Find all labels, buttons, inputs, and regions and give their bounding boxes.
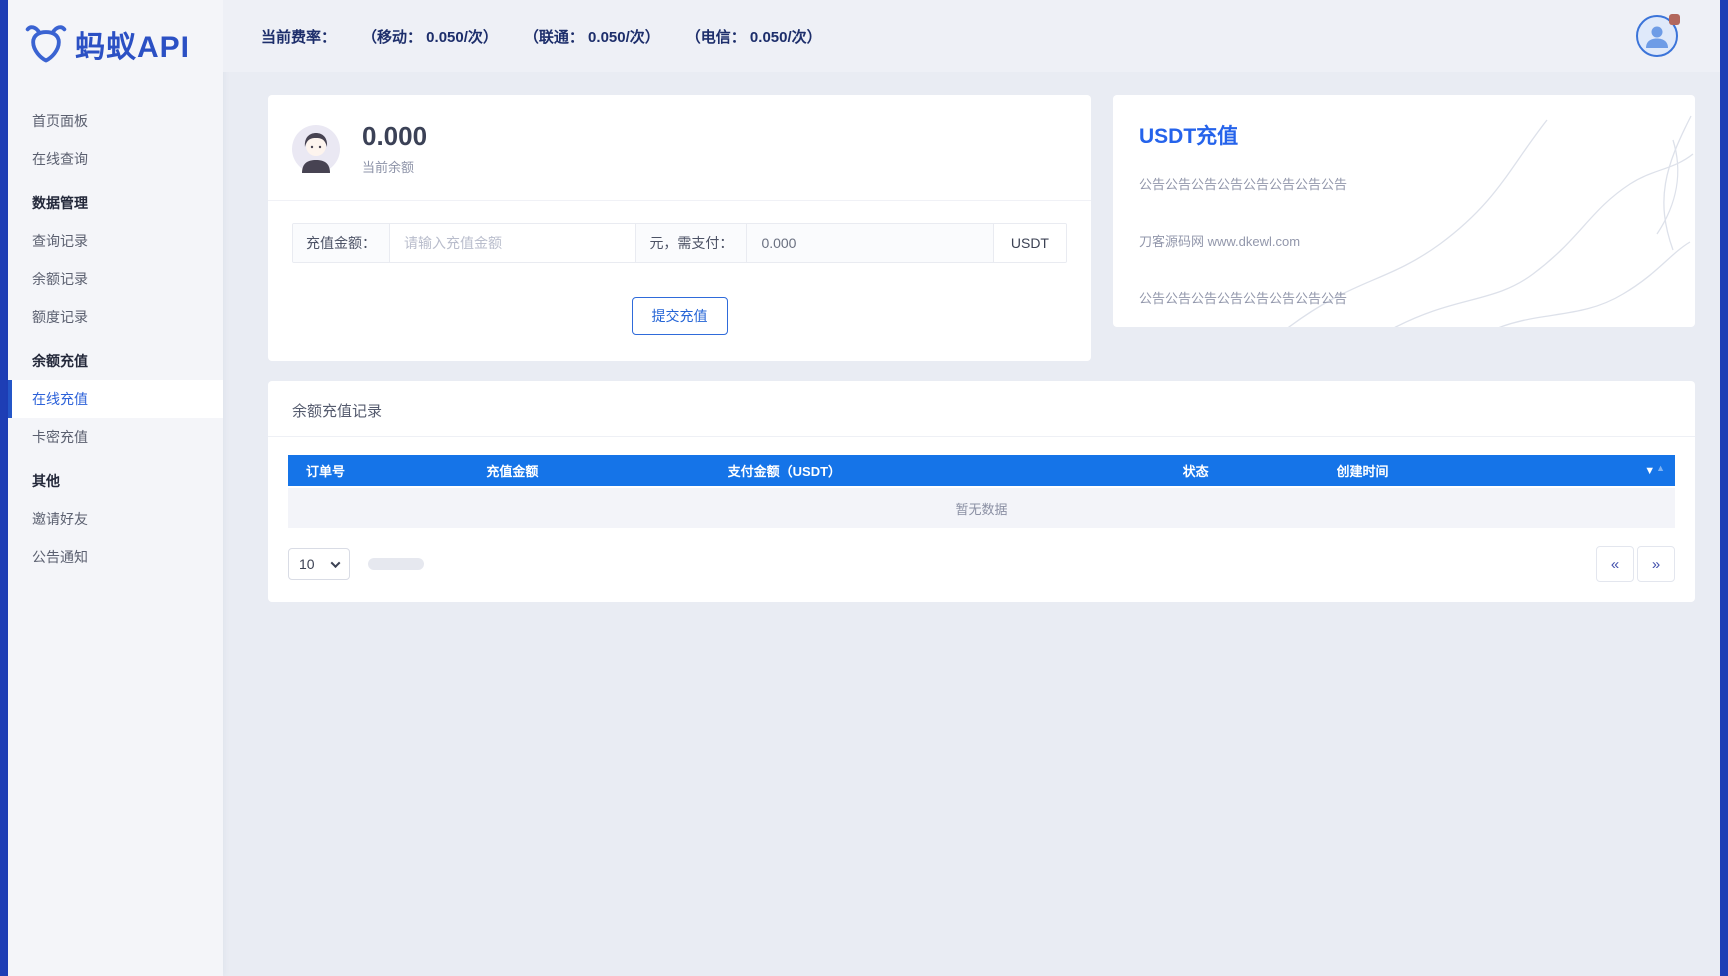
- rate-info: 当前费率： （移动： 0.050/次） （联通： 0.050/次） （电信： 0.0…: [261, 26, 822, 47]
- recharge-amount-input[interactable]: [390, 224, 637, 262]
- content-area: 0.000 当前余额 充值金额： 元，需支付： 0.000 USDT 提交充值 …: [223, 72, 1720, 976]
- pay-amount-value: 0.000: [747, 224, 994, 262]
- rate-items: （移动： 0.050/次） （联通： 0.050/次） （电信： 0.050/次）: [362, 26, 822, 47]
- topbar: 当前费率： （移动： 0.050/次） （联通： 0.050/次） （电信： 0.0…: [223, 0, 1720, 72]
- next-page-button[interactable]: »: [1637, 546, 1675, 582]
- sidebar-section-9: 其他: [32, 473, 60, 489]
- rate-label: 当前费率：: [261, 28, 337, 46]
- column-header-0: 订单号: [306, 464, 346, 479]
- sidebar-item-4[interactable]: 余额记录: [8, 260, 223, 298]
- page-size-select[interactable]: 10: [288, 548, 350, 580]
- sidebar-item-10[interactable]: 邀请好友: [8, 500, 223, 538]
- chevron-down-icon: [330, 557, 341, 568]
- record-count-placeholder: [368, 558, 424, 570]
- sidebar-section-2: 数据管理: [32, 195, 88, 211]
- sidebar-item-5[interactable]: 额度记录: [8, 298, 223, 336]
- column-header-4: 创建时间: [1336, 464, 1389, 479]
- notice-line: 刀客源码网 www.dkewl.com: [1139, 234, 1301, 249]
- brand-name: 蚂蚁API: [75, 31, 191, 64]
- top-row: 0.000 当前余额 充值金额： 元，需支付： 0.000 USDT 提交充值 …: [268, 95, 1695, 361]
- empty-data-row: 暂无数据: [288, 488, 1675, 528]
- column-header-3: 状态: [1182, 464, 1209, 479]
- recharge-form-row: 充值金额： 元，需支付： 0.000 USDT: [292, 223, 1067, 263]
- table-header-row: 订单号 充值金额 支付金额（USDT） 状态 创建时间 ▼ ▲: [288, 455, 1675, 486]
- balance-amount: 0.000: [362, 121, 428, 151]
- cartoon-avatar-icon: [292, 124, 340, 173]
- submit-row: 提交充值: [268, 297, 1091, 335]
- rate-item-2: （电信： 0.050/次）: [685, 28, 822, 46]
- notice-title: USDT充值: [1139, 125, 1239, 148]
- pagination-bar: 10 « »: [288, 546, 1675, 582]
- sidebar: 蚂蚁API 首页面板 在线查询数据管理查询记录 余额记录 额度记录余额充值在线充值 卡密…: [8, 0, 223, 976]
- triangle-down-icon: ▼: [1644, 464, 1656, 477]
- column-header-1: 充值金额: [486, 464, 539, 479]
- sidebar-item-3[interactable]: 查询记录: [8, 222, 223, 260]
- prev-page-button[interactable]: «: [1596, 546, 1634, 582]
- pay-label: 元，需支付：: [636, 224, 748, 262]
- rate-item-0: （移动： 0.050/次）: [362, 28, 498, 46]
- balance-header: 0.000 当前余额: [268, 95, 1091, 201]
- records-table: 订单号 充值金额 支付金额（USDT） 状态 创建时间 ▼ ▲ 暂无数据: [288, 455, 1675, 528]
- column-header-2: 支付金额（USDT）: [727, 464, 842, 479]
- sidebar-item-7[interactable]: 在线充值: [8, 380, 223, 418]
- balance-label: 当前余额: [362, 160, 415, 175]
- triangle-up-icon: ▲: [1656, 462, 1665, 473]
- notification-dot: [1669, 14, 1680, 25]
- left-edge-strip: [0, 0, 8, 976]
- notice-line: 公告公告公告公告公告公告公告公告: [1139, 291, 1348, 306]
- sidebar-nav: 首页面板 在线查询数据管理查询记录 余额记录 额度记录余额充值在线充值 卡密充值其他邀请…: [8, 88, 223, 576]
- rate-item-1: （联通： 0.050/次）: [523, 28, 660, 46]
- sidebar-item-0[interactable]: 首页面板: [8, 102, 223, 140]
- balance-info: 0.000 当前余额: [362, 121, 427, 176]
- sidebar-item-8[interactable]: 卡密充值: [8, 418, 223, 456]
- usdt-notice-card: USDT充值 公告公告公告公告公告公告公告公告 刀客源码网 www.dkewl.…: [1113, 95, 1695, 327]
- amount-label: 充值金额：: [293, 224, 390, 262]
- balance-card: 0.000 当前余额 充值金额： 元，需支付： 0.000 USDT 提交充值: [268, 95, 1091, 361]
- profile-avatar: [292, 124, 340, 173]
- sort-filter-icon[interactable]: ▼ ▲: [1644, 462, 1675, 477]
- main-column: 当前费率： （移动： 0.050/次） （联通： 0.050/次） （电信： 0.0…: [223, 0, 1720, 976]
- records-card: 余额充值记录 订单号 充值金额 支付金额（USDT） 状态 创建时间 ▼ ▲ 暂无数据 10…: [268, 381, 1695, 602]
- records-title: 余额充值记录: [268, 381, 1695, 437]
- pager-buttons: « »: [1596, 546, 1675, 582]
- brand-logo[interactable]: 蚂蚁API: [8, 0, 223, 88]
- ant-logo-icon: [25, 25, 67, 63]
- right-edge-strip: [1720, 0, 1728, 976]
- sidebar-section-6: 余额充值: [32, 353, 88, 369]
- page-size-value: 10: [299, 556, 315, 572]
- user-silhouette-icon: [1646, 26, 1668, 48]
- sidebar-item-11[interactable]: 公告通知: [8, 538, 223, 576]
- notice-line: 公告公告公告公告公告公告公告公告: [1139, 177, 1348, 192]
- user-avatar[interactable]: [1636, 14, 1680, 57]
- currency-label: USDT: [993, 224, 1066, 262]
- submit-recharge-button[interactable]: 提交充值: [631, 297, 728, 335]
- sidebar-item-1[interactable]: 在线查询: [8, 140, 223, 178]
